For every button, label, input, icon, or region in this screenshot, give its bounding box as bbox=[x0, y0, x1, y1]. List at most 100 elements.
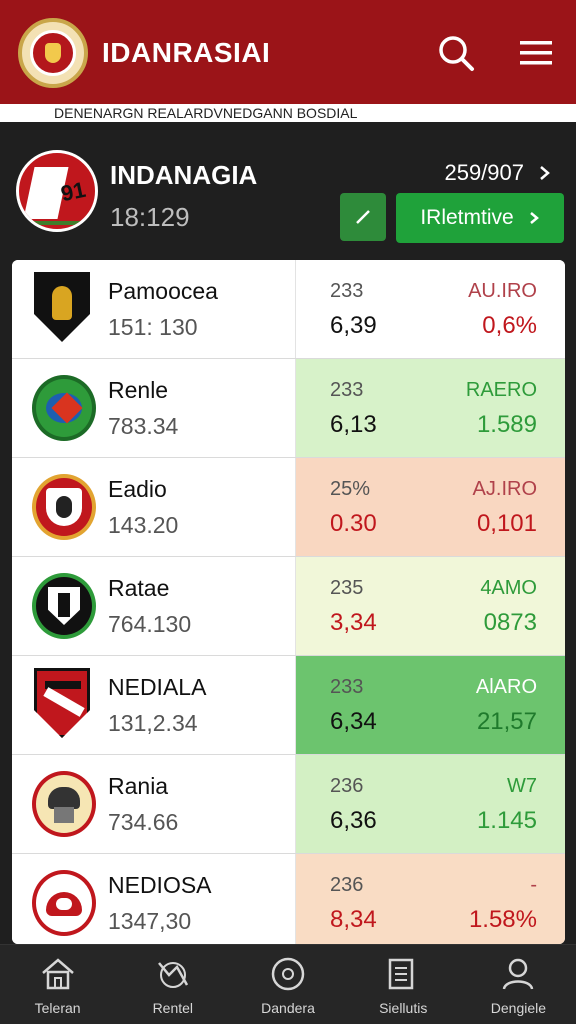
row-team-name: Ratae bbox=[108, 575, 170, 601]
row-delta-value: 1.589 bbox=[476, 411, 537, 438]
row-delta-value: 0,101 bbox=[476, 510, 537, 537]
table-row[interactable]: Pamoocea 151: 130 233 6,39 AU.IRO 0,6% bbox=[12, 260, 565, 359]
nav-item-dengiele[interactable]: Dengiele bbox=[461, 945, 576, 1024]
app-title: IDANRASIAI bbox=[102, 37, 271, 68]
row-delta-label: AU.IRO bbox=[468, 280, 537, 302]
row-stats: 236 8,34 - 1.58% bbox=[296, 854, 565, 944]
nav-label: Dandera bbox=[261, 999, 315, 1016]
row-delta-label: AlARO bbox=[475, 676, 537, 698]
team-crest-icon bbox=[32, 771, 96, 837]
cta-button[interactable]: IRletmtive bbox=[396, 193, 564, 243]
subtitle-bar: DENENARGN REALARDVNEDGANN BOSDIAL bbox=[0, 104, 576, 126]
row-stat-value: 6,13 bbox=[330, 411, 377, 438]
nav-label: Teleran bbox=[34, 999, 81, 1016]
row-delta-value: 0,6% bbox=[482, 312, 537, 339]
row-delta-label: AJ.IRO bbox=[472, 478, 537, 500]
table-row[interactable]: NEDIALA 131,2.34 233 6,34 AlARO 21,57 bbox=[12, 656, 565, 755]
table-row[interactable]: Eadio 143.20 25% 0.30 AJ.IRO 0,101 bbox=[12, 458, 565, 557]
row-team-score: 734.66 bbox=[108, 809, 179, 835]
row-delta-label: RAERO bbox=[465, 379, 537, 401]
row-team-name: Pamoocea bbox=[108, 278, 218, 304]
row-delta-value: 0873 bbox=[483, 609, 537, 636]
nav-item-home[interactable]: Teleran bbox=[0, 945, 115, 1024]
team-crest-icon bbox=[32, 870, 96, 936]
app-logo[interactable] bbox=[18, 18, 88, 88]
team-crest-icon bbox=[32, 474, 96, 540]
row-team-score: 783.34 bbox=[108, 413, 179, 439]
cta-label: IRletmtive bbox=[420, 206, 514, 229]
row-stat-value: 6,36 bbox=[330, 807, 377, 834]
row-stat-top: 233 bbox=[330, 379, 364, 401]
row-stat-top: 235 bbox=[330, 577, 364, 599]
row-team-score: 143.20 bbox=[108, 512, 179, 538]
team-crest-icon bbox=[34, 668, 90, 738]
row-team-name: Renle bbox=[108, 377, 169, 403]
team-stat[interactable]: 259/907 bbox=[444, 160, 552, 186]
row-stat-top: 233 bbox=[330, 676, 364, 698]
row-stat-value: 6,34 bbox=[330, 708, 377, 735]
team-logo-number: 91 bbox=[58, 176, 88, 207]
row-stats: 233 6,13 RAERO 1.589 bbox=[296, 359, 565, 457]
row-stats: 233 6,34 AlARO 21,57 bbox=[296, 656, 565, 754]
nav-item-dandera[interactable]: Dandera bbox=[230, 945, 345, 1024]
row-stat-value: 0.30 bbox=[330, 510, 377, 537]
app-root: IDANRASIAI DENENARGN REALARDVNEDGANN BOS… bbox=[0, 0, 576, 1024]
row-stat-value: 6,39 bbox=[330, 312, 377, 339]
edit-button[interactable] bbox=[340, 193, 386, 241]
standings-table: Pamoocea 151: 130 233 6,39 AU.IRO 0,6% R… bbox=[12, 260, 565, 944]
row-team-score: 151: 130 bbox=[108, 314, 198, 340]
nav-label: Rentel bbox=[152, 999, 194, 1016]
list-icon bbox=[383, 954, 423, 994]
team-banner: 91 INDANAGIA 18:129 259/907 IRletmtive bbox=[0, 130, 576, 260]
team-stat-value: 259/907 bbox=[444, 160, 524, 185]
chevron-right-icon bbox=[529, 212, 539, 224]
team-time: 18:129 bbox=[110, 202, 190, 232]
team-crest-icon bbox=[32, 573, 96, 639]
row-stat-value: 8,34 bbox=[330, 906, 377, 933]
row-delta-label: 4AMO bbox=[480, 577, 537, 599]
team-crest-icon bbox=[32, 375, 96, 441]
home-icon bbox=[38, 954, 78, 994]
team-name: INDANAGIA bbox=[110, 160, 258, 190]
table-row[interactable]: Rania 734.66 236 6,36 W7 1.145 bbox=[12, 755, 565, 854]
row-stats: 235 3,34 4AMO 0873 bbox=[296, 557, 565, 655]
pencil-icon bbox=[356, 210, 370, 224]
row-team-name: NEDIALA bbox=[108, 674, 207, 700]
row-stats: 233 6,39 AU.IRO 0,6% bbox=[296, 260, 565, 358]
menu-icon[interactable] bbox=[514, 31, 558, 75]
table-row[interactable]: Renle 783.34 233 6,13 RAERO 1.589 bbox=[12, 359, 565, 458]
row-delta-value: 21,57 bbox=[476, 708, 537, 735]
nav-item-rentel[interactable]: Rentel bbox=[115, 945, 230, 1024]
row-delta-label: W7 bbox=[507, 775, 537, 797]
row-team-name: Eadio bbox=[108, 476, 167, 502]
table-row[interactable]: NEDIOSA 1347,30 236 8,34 - 1.58% bbox=[12, 854, 565, 944]
user-icon bbox=[498, 954, 538, 994]
row-stat-value: 3,34 bbox=[330, 609, 377, 636]
row-stat-top: 233 bbox=[330, 280, 364, 302]
table-row[interactable]: Ratae 764.130 235 3,34 4AMO 0873 bbox=[12, 557, 565, 656]
ball-icon bbox=[268, 954, 308, 994]
nav-item-siellutis[interactable]: Siellutis bbox=[346, 945, 461, 1024]
row-team-name: Rania bbox=[108, 773, 169, 799]
row-stat-top: 236 bbox=[330, 775, 364, 797]
row-stats: 236 6,36 W7 1.145 bbox=[296, 755, 565, 853]
row-stats: 25% 0.30 AJ.IRO 0,101 bbox=[296, 458, 565, 556]
row-stat-top: 236 bbox=[330, 874, 364, 896]
row-team-score: 131,2.34 bbox=[108, 710, 198, 736]
chart-icon bbox=[153, 954, 193, 994]
nav-label: Siellutis bbox=[379, 999, 428, 1016]
row-team-score: 1347,30 bbox=[108, 908, 192, 934]
top-header: IDANRASIAI bbox=[0, 0, 576, 106]
row-team-name: NEDIOSA bbox=[108, 872, 212, 898]
search-icon[interactable] bbox=[434, 31, 478, 75]
row-stat-top: 25% bbox=[330, 478, 371, 500]
row-delta-label: - bbox=[530, 874, 537, 896]
team-logo[interactable]: 91 bbox=[16, 150, 98, 232]
emblem-icon bbox=[30, 30, 76, 76]
row-delta-value: 1.58% bbox=[468, 906, 537, 933]
nav-label: Dengiele bbox=[490, 999, 547, 1016]
chevron-right-icon bbox=[540, 166, 550, 180]
team-crest-icon bbox=[34, 272, 90, 342]
row-team-score: 764.130 bbox=[108, 611, 192, 637]
row-delta-value: 1.145 bbox=[476, 807, 537, 834]
